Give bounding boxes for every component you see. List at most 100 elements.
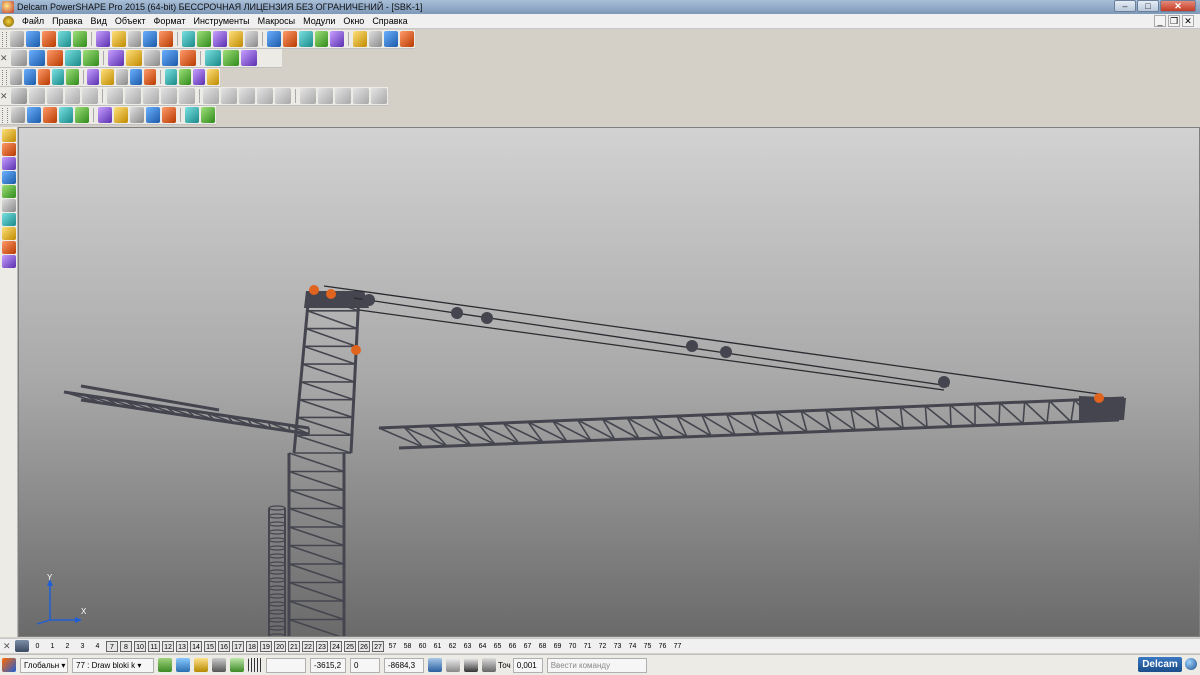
level-15[interactable]: 15 — [204, 640, 216, 652]
measure-icon[interactable] — [228, 31, 243, 47]
snap-icon[interactable] — [212, 658, 226, 672]
level-69[interactable]: 69 — [550, 641, 565, 652]
model-icon[interactable] — [352, 31, 367, 47]
level-16[interactable]: 16 — [218, 640, 230, 652]
level-60[interactable]: 60 — [415, 641, 430, 652]
level-27[interactable]: 27 — [372, 640, 384, 652]
shade6-icon[interactable] — [125, 88, 141, 104]
block-icon[interactable] — [66, 69, 79, 85]
cut-icon[interactable] — [96, 31, 110, 47]
cylinder-icon[interactable] — [192, 69, 205, 85]
shade17-icon[interactable] — [335, 88, 352, 104]
shade16-icon[interactable] — [317, 88, 334, 104]
levels-icon[interactable] — [15, 640, 29, 652]
close-button[interactable]: ✕ — [1160, 0, 1196, 12]
shade12-icon[interactable] — [239, 88, 256, 104]
menu-window[interactable]: Окно — [339, 16, 368, 26]
levelbar-close-icon[interactable]: ✕ — [3, 641, 11, 652]
select-icon[interactable] — [176, 658, 190, 672]
level-11[interactable]: 11 — [148, 640, 160, 652]
level-26[interactable]: 26 — [358, 640, 370, 652]
shade10-icon[interactable] — [203, 88, 220, 104]
level-10[interactable]: 10 — [134, 640, 146, 652]
text-icon[interactable] — [314, 31, 329, 47]
cube-icon[interactable] — [74, 107, 89, 123]
shade3-icon[interactable] — [64, 88, 81, 104]
level-74[interactable]: 74 — [625, 641, 640, 652]
level-8[interactable]: 8 — [120, 640, 132, 652]
zoom-out-icon[interactable] — [126, 50, 142, 66]
material-icon[interactable] — [24, 69, 37, 85]
triangle-icon[interactable] — [200, 107, 216, 123]
cone-icon[interactable] — [52, 69, 65, 85]
toolbar-grip[interactable] — [2, 69, 8, 85]
hand-icon[interactable] — [241, 50, 257, 66]
level-select[interactable]: 77 : Draw bloki k ▾ — [72, 657, 154, 673]
delete-icon[interactable] — [159, 31, 173, 47]
ball-icon[interactable] — [101, 69, 114, 85]
bool-icon[interactable] — [42, 107, 57, 123]
units-icon[interactable] — [446, 658, 460, 672]
level-77[interactable]: 77 — [670, 641, 685, 652]
tree-icon[interactable] — [161, 107, 177, 123]
solid2-icon[interactable] — [1, 171, 16, 184]
dims-icon[interactable] — [1, 143, 16, 156]
sphere-icon[interactable] — [38, 69, 51, 85]
level-19[interactable]: 19 — [260, 640, 272, 652]
workplane-select[interactable]: Глобальн ▾ — [20, 657, 68, 673]
level-58[interactable]: 58 — [400, 641, 415, 652]
toolbar-grip[interactable] — [2, 107, 8, 123]
light-icon[interactable] — [205, 50, 221, 66]
toolbar-close-icon[interactable]: ✕ — [0, 53, 8, 64]
level-70[interactable]: 70 — [565, 641, 580, 652]
zoom-fit-icon[interactable] — [144, 50, 160, 66]
menu-help[interactable]: Справка — [368, 16, 411, 26]
level-0[interactable]: 0 — [30, 641, 45, 652]
level-14[interactable]: 14 — [190, 640, 202, 652]
shade2-icon[interactable] — [46, 88, 63, 104]
level-67[interactable]: 67 — [520, 641, 535, 652]
level-21[interactable]: 21 — [288, 640, 300, 652]
solid1-icon[interactable] — [1, 157, 16, 170]
level-57[interactable]: 57 — [385, 641, 400, 652]
level-62[interactable]: 62 — [445, 641, 460, 652]
level-76[interactable]: 76 — [655, 641, 670, 652]
drill-icon[interactable] — [223, 50, 239, 66]
level-17[interactable]: 17 — [232, 640, 244, 652]
menu-file[interactable]: Файл — [18, 16, 48, 26]
view-iso4-icon[interactable] — [65, 50, 81, 66]
shade19-icon[interactable] — [371, 88, 388, 104]
shade1-icon[interactable] — [28, 88, 45, 104]
shade14-icon[interactable] — [274, 88, 291, 104]
shade8-icon[interactable] — [160, 88, 177, 104]
sphere-gray-icon[interactable] — [10, 88, 27, 104]
new-icon[interactable] — [10, 31, 25, 47]
surface-icon[interactable] — [129, 107, 144, 123]
graphics-viewport[interactable]: Y X — [18, 127, 1200, 637]
open-icon[interactable] — [26, 31, 40, 47]
menu-tools[interactable]: Инструменты — [189, 16, 253, 26]
level-63[interactable]: 63 — [460, 641, 475, 652]
analysis-icon[interactable] — [184, 107, 199, 123]
level-75[interactable]: 75 — [640, 641, 655, 652]
fill-icon[interactable] — [330, 31, 345, 47]
app-icon[interactable] — [2, 1, 14, 13]
wireframe-icon[interactable] — [384, 31, 399, 47]
tolerance-field[interactable]: 0,001 — [512, 657, 543, 673]
level-1[interactable]: 1 — [45, 641, 60, 652]
toolbar-close-icon[interactable]: ✕ — [0, 91, 8, 102]
abs-icon[interactable] — [464, 658, 478, 672]
spline-icon[interactable] — [283, 31, 297, 47]
level-71[interactable]: 71 — [580, 641, 595, 652]
menu-edit[interactable]: Правка — [48, 16, 86, 26]
level-68[interactable]: 68 — [535, 641, 550, 652]
select-all-icon[interactable] — [143, 31, 158, 47]
cube2-icon[interactable] — [97, 107, 112, 123]
level-7[interactable]: 7 — [106, 640, 118, 652]
mdi-minimize-button[interactable]: _ — [1154, 15, 1166, 27]
shade4-icon[interactable] — [82, 88, 99, 104]
print-icon[interactable] — [73, 31, 88, 47]
level-25[interactable]: 25 — [344, 640, 356, 652]
solid6-icon[interactable] — [1, 227, 16, 240]
grid-icon[interactable] — [248, 658, 262, 672]
